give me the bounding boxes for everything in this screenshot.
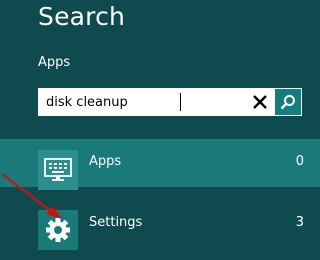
- search-input[interactable]: [38, 88, 238, 116]
- category-label: Apps: [89, 154, 122, 169]
- page-title: Search: [38, 2, 126, 31]
- clear-search-button[interactable]: [246, 88, 274, 116]
- annotation-arrow-icon: [1, 173, 62, 219]
- search-scope-label: Apps: [38, 55, 71, 70]
- search-button[interactable]: [275, 89, 301, 115]
- close-icon: [253, 95, 267, 109]
- search-box: [38, 88, 302, 116]
- result-count: 0: [295, 154, 304, 169]
- result-count: 3: [295, 215, 304, 230]
- text-caret: [180, 93, 181, 111]
- search-icon: [280, 95, 295, 110]
- category-label: Settings: [89, 215, 143, 230]
- search-pane: { "title": "Search", "scope_label": "App…: [0, 0, 320, 260]
